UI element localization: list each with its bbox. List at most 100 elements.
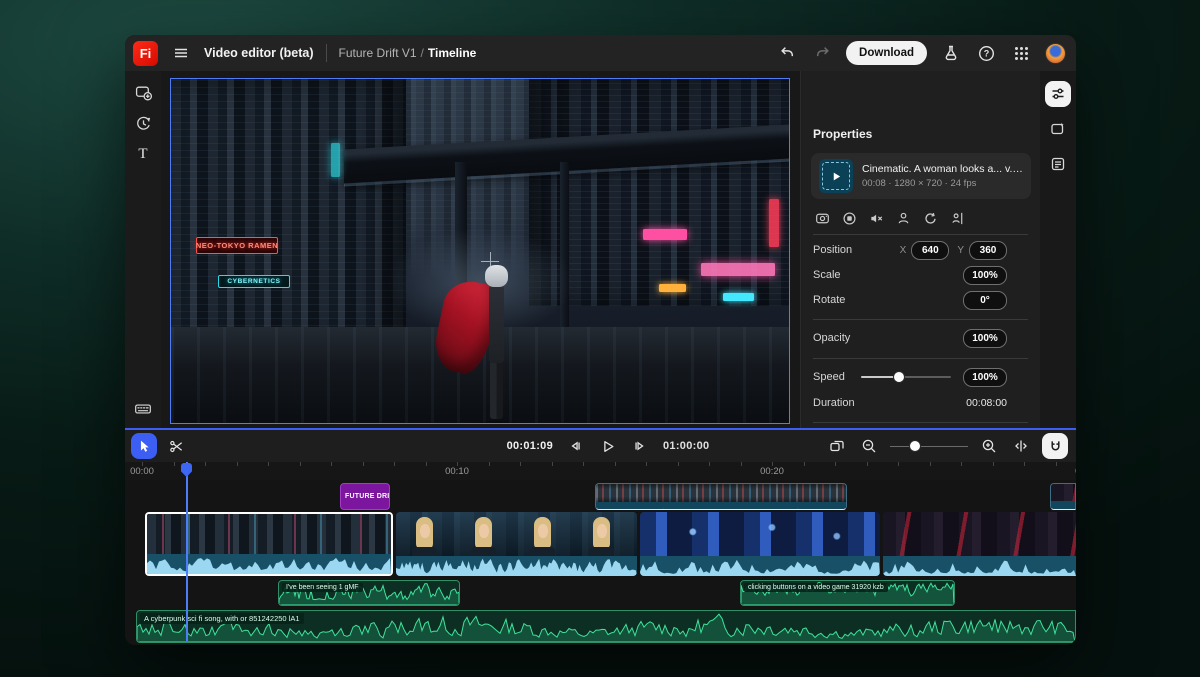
preview-figure-woman — [465, 265, 525, 424]
figure-shadow — [467, 420, 529, 424]
text-tool-icon[interactable]: T — [132, 143, 154, 165]
title-clip[interactable]: FUTURE DRI — [340, 483, 390, 510]
clip-thumbnail — [819, 159, 853, 193]
redo-icon[interactable] — [811, 42, 833, 64]
speed-row: Speed 100% — [801, 367, 1041, 387]
help-icon[interactable]: ? — [975, 42, 997, 64]
ruler-label: 00:00 — [130, 466, 154, 477]
download-button[interactable]: Download — [846, 41, 927, 65]
ruler-label: 00:30 — [1075, 466, 1076, 477]
panel-divider — [813, 358, 1028, 359]
audio-clip-speech[interactable]: I've been seeing 1 gMF — [278, 580, 460, 606]
refresh-icon[interactable] — [921, 209, 939, 227]
video-clip-3[interactable] — [640, 512, 880, 576]
audio-clip-label: A cyberpunk sci fi song, with or 8512422… — [140, 613, 304, 624]
video-clip-1-selected[interactable] — [145, 512, 393, 576]
figure-torso — [489, 285, 504, 363]
neon-bar — [769, 199, 779, 247]
playhead-snap-icon[interactable] — [1010, 435, 1032, 457]
experiments-flask-icon[interactable] — [940, 42, 962, 64]
firefly-logo: Fi — [133, 41, 158, 66]
timeline-ruler[interactable]: 00:00 00:10 00:20 00:30 — [125, 462, 1076, 480]
video-clip-2[interactable] — [396, 512, 637, 576]
undo-icon[interactable] — [776, 42, 798, 64]
video-preview[interactable]: NEO-TOKYO RAMEN CYBERNETICS — [170, 78, 790, 424]
breadcrumb-project[interactable]: Future Drift V1 — [339, 46, 417, 60]
speed-slider[interactable] — [861, 371, 951, 383]
cut-tool-icon[interactable] — [163, 433, 189, 459]
clip-action-row — [813, 209, 966, 227]
zoom-slider-knob[interactable] — [909, 440, 921, 452]
neon-sign-cybernetics: CYBERNETICS — [218, 275, 290, 288]
clip-audio-strip — [596, 502, 846, 509]
opacity-label: Opacity — [813, 332, 963, 344]
audio-clip-sfx[interactable]: clicking buttons on a video game 31920 k… — [740, 580, 955, 606]
timeline-tracks: FUTURE DRI — [125, 480, 1076, 645]
play-icon[interactable] — [597, 435, 619, 457]
notes-icon[interactable] — [1045, 151, 1071, 177]
speed-slider-knob[interactable] — [893, 371, 905, 383]
thumbnail-face — [416, 517, 433, 549]
select-tool-button[interactable] — [131, 433, 157, 459]
current-timecode: 00:01:09 — [507, 440, 553, 452]
clip-name: Cinematic. A woman looks a... v.lfgenvid — [862, 163, 1023, 175]
pose-track-icon[interactable] — [948, 209, 966, 227]
overlay-video-clip[interactable] — [595, 483, 847, 510]
thumbnail-face — [534, 517, 551, 549]
apps-grid-icon[interactable] — [1010, 42, 1032, 64]
help-glyph: ? — [983, 48, 989, 58]
speed-input[interactable]: 100% — [963, 368, 1007, 387]
stop-frame-icon[interactable] — [840, 209, 858, 227]
history-icon[interactable] — [132, 112, 154, 134]
overlap-clips-icon[interactable] — [826, 435, 848, 457]
y-axis-label: Y — [957, 245, 964, 256]
breadcrumb: Future Drift V1/Timeline — [339, 46, 477, 60]
rotate-input[interactable]: 0° — [963, 291, 1007, 310]
position-x-input[interactable]: 640 — [911, 241, 949, 260]
ruler-label: 00:20 — [760, 466, 784, 477]
opacity-input[interactable]: 100% — [963, 329, 1007, 348]
panel-divider — [813, 234, 1028, 235]
clip-audio-strip — [1051, 501, 1075, 509]
topbar-actions: Download ? — [776, 41, 1066, 65]
menu-icon[interactable] — [170, 42, 192, 64]
keyboard-shortcuts-icon[interactable] — [132, 398, 154, 420]
video-settings-icon[interactable] — [813, 209, 831, 227]
duration-row: Duration 00:08:00 — [801, 393, 1041, 413]
anchor-crosshair — [481, 252, 499, 270]
topbar-divider — [326, 44, 327, 62]
neon-bar — [643, 229, 687, 240]
thumbnail-face — [593, 517, 610, 549]
zoom-in-icon[interactable] — [978, 435, 1000, 457]
avatar[interactable] — [1045, 43, 1066, 64]
timeline-zoom-slider[interactable] — [890, 440, 968, 452]
add-media-icon[interactable] — [132, 81, 154, 103]
character-icon[interactable] — [894, 209, 912, 227]
clip-thumbnail-strip — [596, 484, 846, 502]
overlay-clip-fragment[interactable] — [1050, 483, 1076, 510]
app-window: Fi Video editor (beta) Future Drift V1/T… — [125, 35, 1076, 645]
clip-thumbnail-strip — [883, 512, 1076, 556]
audio-clip-music[interactable]: A cyberpunk sci fi song, with or 8512422… — [136, 610, 1076, 643]
frame-forward-icon[interactable] — [630, 435, 652, 457]
zoom-out-icon[interactable] — [858, 435, 880, 457]
opacity-row: Opacity 100% — [801, 328, 1041, 348]
video-clip-4[interactable] — [883, 512, 1076, 576]
mute-audio-icon[interactable] — [867, 209, 885, 227]
export-media-icon[interactable] — [1045, 116, 1071, 142]
audio-track-1: I've been seeing 1 gMF clicking buttons … — [125, 580, 1076, 606]
play-icon — [831, 171, 842, 182]
clip-thumbnail-strip — [1051, 484, 1075, 501]
desktop-background: Fi Video editor (beta) Future Drift V1/T… — [0, 0, 1200, 677]
position-y-input[interactable]: 360 — [969, 241, 1007, 260]
breadcrumb-separator: / — [421, 46, 424, 60]
magnet-snap-button[interactable] — [1042, 433, 1068, 459]
top-bar: Fi Video editor (beta) Future Drift V1/T… — [125, 35, 1076, 71]
scale-input[interactable]: 100% — [963, 266, 1007, 285]
frame-back-icon[interactable] — [564, 435, 586, 457]
selected-clip-card[interactable]: Cinematic. A woman looks a... v.lfgenvid… — [811, 153, 1031, 199]
ruler-label: 00:10 — [445, 466, 469, 477]
clip-meta: 00:08 · 1280 × 720 · 24 fps — [862, 178, 1023, 189]
properties-tab-icon[interactable] — [1045, 81, 1071, 107]
audio-track-2: A cyberpunk sci fi song, with or 8512422… — [125, 610, 1076, 643]
